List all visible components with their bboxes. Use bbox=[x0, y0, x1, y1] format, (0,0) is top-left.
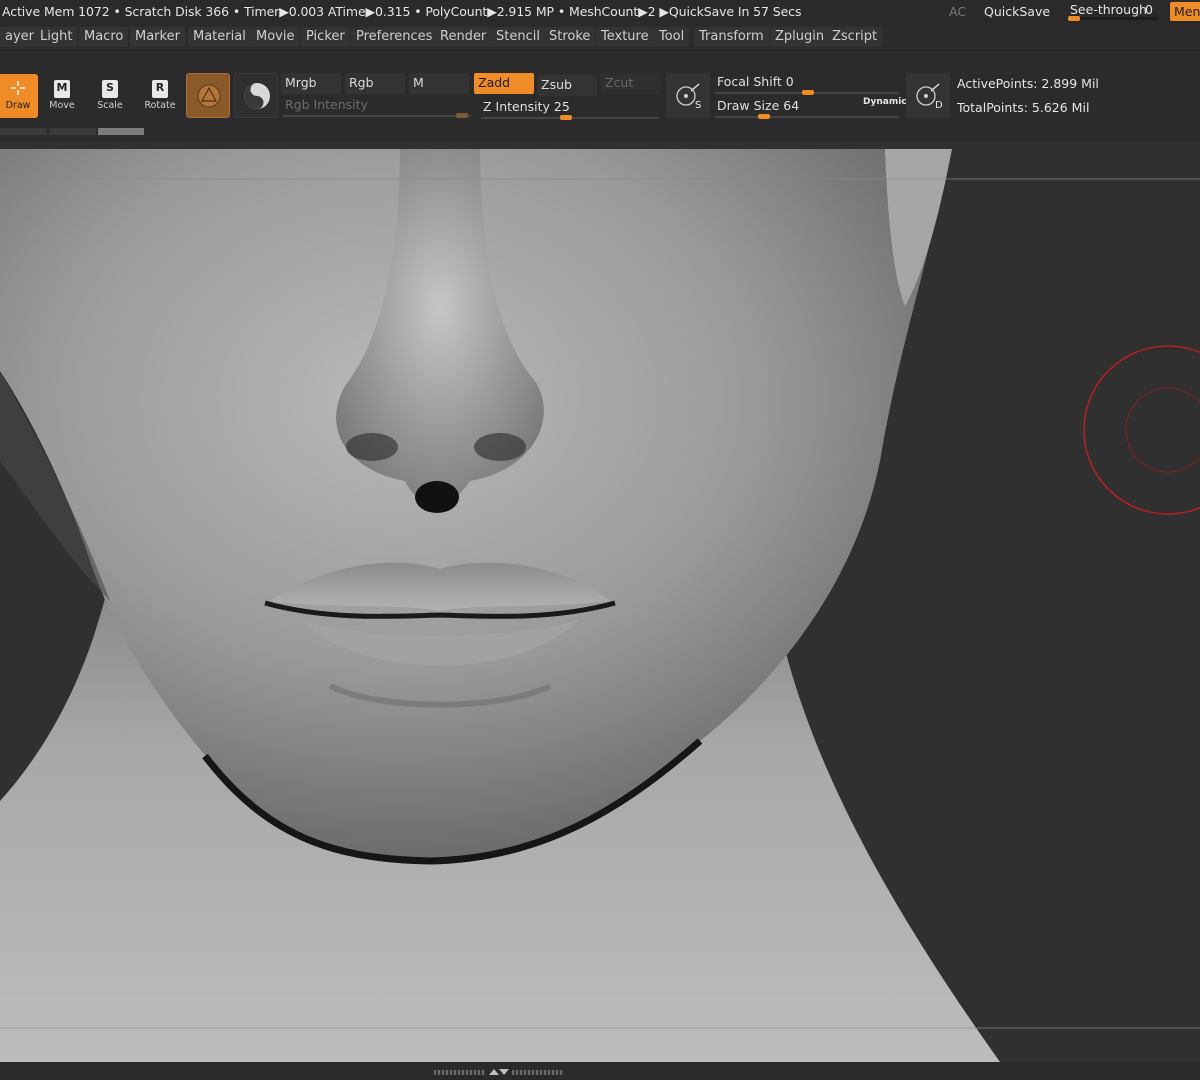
tray-tab-2[interactable] bbox=[49, 128, 96, 135]
menu-marker[interactable]: Marker bbox=[130, 27, 185, 47]
zadd-toggle[interactable]: Zadd bbox=[474, 73, 534, 94]
menu-stencil[interactable]: Stencil bbox=[491, 27, 545, 47]
scale-label: Scale bbox=[97, 100, 123, 111]
menu-render[interactable]: Render bbox=[435, 27, 492, 47]
rotate-icon: R bbox=[152, 80, 168, 98]
focal-shift-label: Focal Shift 0 bbox=[717, 74, 794, 89]
scale-button[interactable]: S Scale bbox=[90, 74, 130, 118]
move-icon: M bbox=[54, 80, 70, 98]
m-toggle[interactable]: M bbox=[409, 73, 469, 94]
menu-light[interactable]: Light bbox=[35, 27, 78, 47]
zsub-toggle[interactable]: Zsub bbox=[537, 75, 597, 96]
scale-icon: S bbox=[102, 80, 118, 98]
draw-crosshair-icon bbox=[8, 80, 28, 98]
menus-button[interactable]: Menus bbox=[1170, 2, 1200, 21]
move-button[interactable]: M Move bbox=[42, 74, 82, 118]
shelf-toolbar bbox=[0, 50, 1200, 140]
handle-grip-left bbox=[434, 1070, 486, 1075]
status-info: Active Mem 1072 • Scratch Disk 366 • Tim… bbox=[2, 4, 802, 19]
rgb-intensity-label: Rgb Intensity bbox=[285, 97, 368, 112]
dynamic-toggle[interactable]: Dynamic bbox=[863, 97, 907, 107]
svg-text:S: S bbox=[695, 100, 701, 111]
menu-transform[interactable]: Transform bbox=[694, 27, 769, 47]
draw-size-knob[interactable] bbox=[758, 114, 770, 119]
menu-material[interactable]: Material bbox=[188, 27, 251, 47]
menu-zscript[interactable]: Zscript bbox=[827, 27, 883, 47]
draw-label: Draw bbox=[5, 100, 31, 111]
menu-texture[interactable]: Texture bbox=[596, 27, 654, 47]
move-label: Move bbox=[49, 100, 75, 111]
menu-stroke[interactable]: Stroke bbox=[544, 27, 596, 47]
ac-toggle[interactable]: AC bbox=[949, 4, 966, 19]
mrgb-toggle[interactable]: Mrgb bbox=[281, 73, 341, 94]
menu-layer[interactable]: ayer bbox=[0, 27, 40, 47]
rotate-button[interactable]: R Rotate bbox=[140, 74, 180, 118]
active-points: ActivePoints: 2.899 Mil bbox=[957, 76, 1099, 91]
brush-button[interactable] bbox=[186, 73, 230, 118]
see-through-label: See-through bbox=[1070, 2, 1147, 17]
lazymouse-s-icon: S bbox=[676, 83, 701, 111]
focal-shift-knob[interactable] bbox=[802, 90, 814, 95]
material-sphere-icon bbox=[244, 83, 270, 109]
menu-preferences[interactable]: Preferences bbox=[351, 27, 438, 47]
draw-size-track[interactable] bbox=[715, 116, 899, 118]
rgb-intensity-slider[interactable]: Rgb Intensity bbox=[283, 97, 473, 119]
collapse-arrows-icon bbox=[489, 1069, 509, 1075]
focal-shift-slider[interactable]: Focal Shift 0 bbox=[715, 74, 901, 96]
rotate-label: Rotate bbox=[144, 100, 176, 111]
menu-zplugin[interactable]: Zplugin bbox=[770, 27, 830, 47]
brush-standard-icon bbox=[197, 84, 221, 108]
draw-button[interactable]: Draw bbox=[0, 74, 38, 118]
brush-cursor bbox=[1083, 345, 1200, 515]
rgb-intensity-track[interactable] bbox=[283, 115, 471, 117]
bottom-tray bbox=[0, 1062, 1200, 1080]
sculpt-model-face[interactable] bbox=[0, 141, 1200, 1062]
lazymouse-s-button[interactable]: S bbox=[666, 73, 710, 118]
lazymouse-d-button[interactable]: D bbox=[906, 73, 950, 118]
material-button[interactable] bbox=[234, 73, 278, 118]
tray-tab-3[interactable] bbox=[98, 128, 144, 135]
menu-bar: ayer Light Macro Marker Material Movie P… bbox=[0, 24, 1200, 49]
rgb-intensity-knob[interactable] bbox=[456, 113, 468, 118]
status-bar: Active Mem 1072 • Scratch Disk 366 • Tim… bbox=[0, 0, 1200, 23]
total-points: TotalPoints: 5.626 Mil bbox=[957, 100, 1090, 115]
z-intensity-knob[interactable] bbox=[560, 115, 572, 120]
rgb-toggle[interactable]: Rgb bbox=[345, 73, 405, 94]
see-through-track[interactable] bbox=[1068, 17, 1158, 20]
quicksave-button[interactable]: QuickSave bbox=[984, 4, 1050, 19]
menu-movie[interactable]: Movie bbox=[251, 27, 300, 47]
menu-tool[interactable]: Tool bbox=[654, 27, 690, 47]
z-intensity-label: Z Intensity 25 bbox=[483, 99, 570, 114]
see-through-slider[interactable]: See-through 0 bbox=[1064, 1, 1164, 21]
lazymouse-d-icon: D bbox=[916, 83, 943, 111]
menu-macro[interactable]: Macro bbox=[79, 27, 129, 47]
svg-text:D: D bbox=[935, 100, 943, 111]
handle-grip-right bbox=[512, 1070, 564, 1075]
tray-tab-1[interactable] bbox=[0, 128, 47, 135]
document-canvas[interactable] bbox=[0, 141, 1200, 1062]
see-through-knob[interactable] bbox=[1068, 16, 1080, 21]
z-intensity-slider[interactable]: Z Intensity 25 bbox=[481, 99, 661, 121]
zcut-toggle[interactable]: Zcut bbox=[601, 73, 661, 94]
menu-picker[interactable]: Picker bbox=[301, 27, 350, 47]
see-through-value: 0 bbox=[1145, 2, 1153, 17]
tray-handle[interactable] bbox=[434, 1068, 566, 1076]
draw-size-label: Draw Size 64 bbox=[717, 98, 800, 113]
